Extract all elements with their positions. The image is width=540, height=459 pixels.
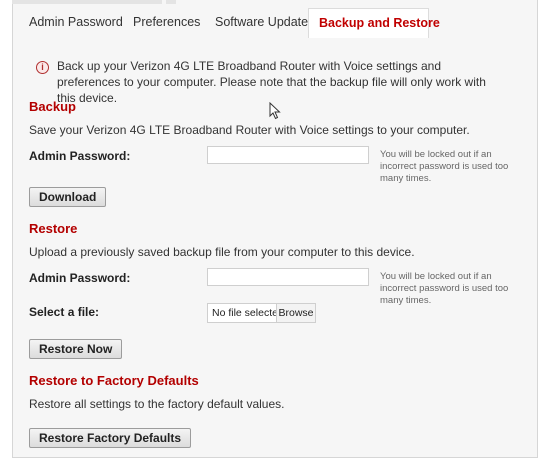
restore-password-hint: You will be locked out if an incorrect p… xyxy=(380,271,509,306)
backup-password-label: Admin Password: xyxy=(29,149,131,163)
restore-description: Upload a previously saved backup file fr… xyxy=(29,245,415,259)
backup-password-field[interactable] xyxy=(207,146,369,164)
restore-factory-defaults-button[interactable]: Restore Factory Defaults xyxy=(29,428,192,448)
factory-defaults-heading: Restore to Factory Defaults xyxy=(29,373,199,388)
restore-password-label: Admin Password: xyxy=(29,271,131,285)
backup-description: Save your Verizon 4G LTE Broadband Route… xyxy=(29,123,470,137)
browse-button[interactable]: Browse xyxy=(276,304,315,322)
file-status: No file selected xyxy=(212,307,284,319)
tab-admin-password[interactable]: Admin Password xyxy=(29,8,123,38)
mouse-pointer-icon xyxy=(269,102,281,120)
restore-password-field[interactable] xyxy=(207,268,369,286)
top-edge-stub xyxy=(166,0,176,4)
restore-now-button[interactable]: Restore Now xyxy=(29,339,123,359)
tab-backup-and-restore[interactable]: Backup and Restore xyxy=(308,8,440,38)
tab-software-update[interactable]: Software Update xyxy=(215,8,308,38)
tab-preferences[interactable]: Preferences xyxy=(133,8,200,38)
tab-bar: Admin Password Preferences Software Upda… xyxy=(12,8,536,38)
backup-password-hint: You will be locked out if an incorrect p… xyxy=(380,149,509,184)
top-edge-stub xyxy=(12,0,162,4)
backup-heading: Backup xyxy=(29,99,76,114)
file-picker[interactable]: No file selected Browse xyxy=(207,303,316,323)
download-button[interactable]: Download xyxy=(29,187,107,207)
info-icon: i xyxy=(36,61,49,74)
notice-text: Back up your Verizon 4G LTE Broadband Ro… xyxy=(57,59,486,105)
factory-defaults-description: Restore all settings to the factory defa… xyxy=(29,397,285,411)
restore-heading: Restore xyxy=(29,221,78,236)
select-file-label: Select a file: xyxy=(29,305,100,319)
